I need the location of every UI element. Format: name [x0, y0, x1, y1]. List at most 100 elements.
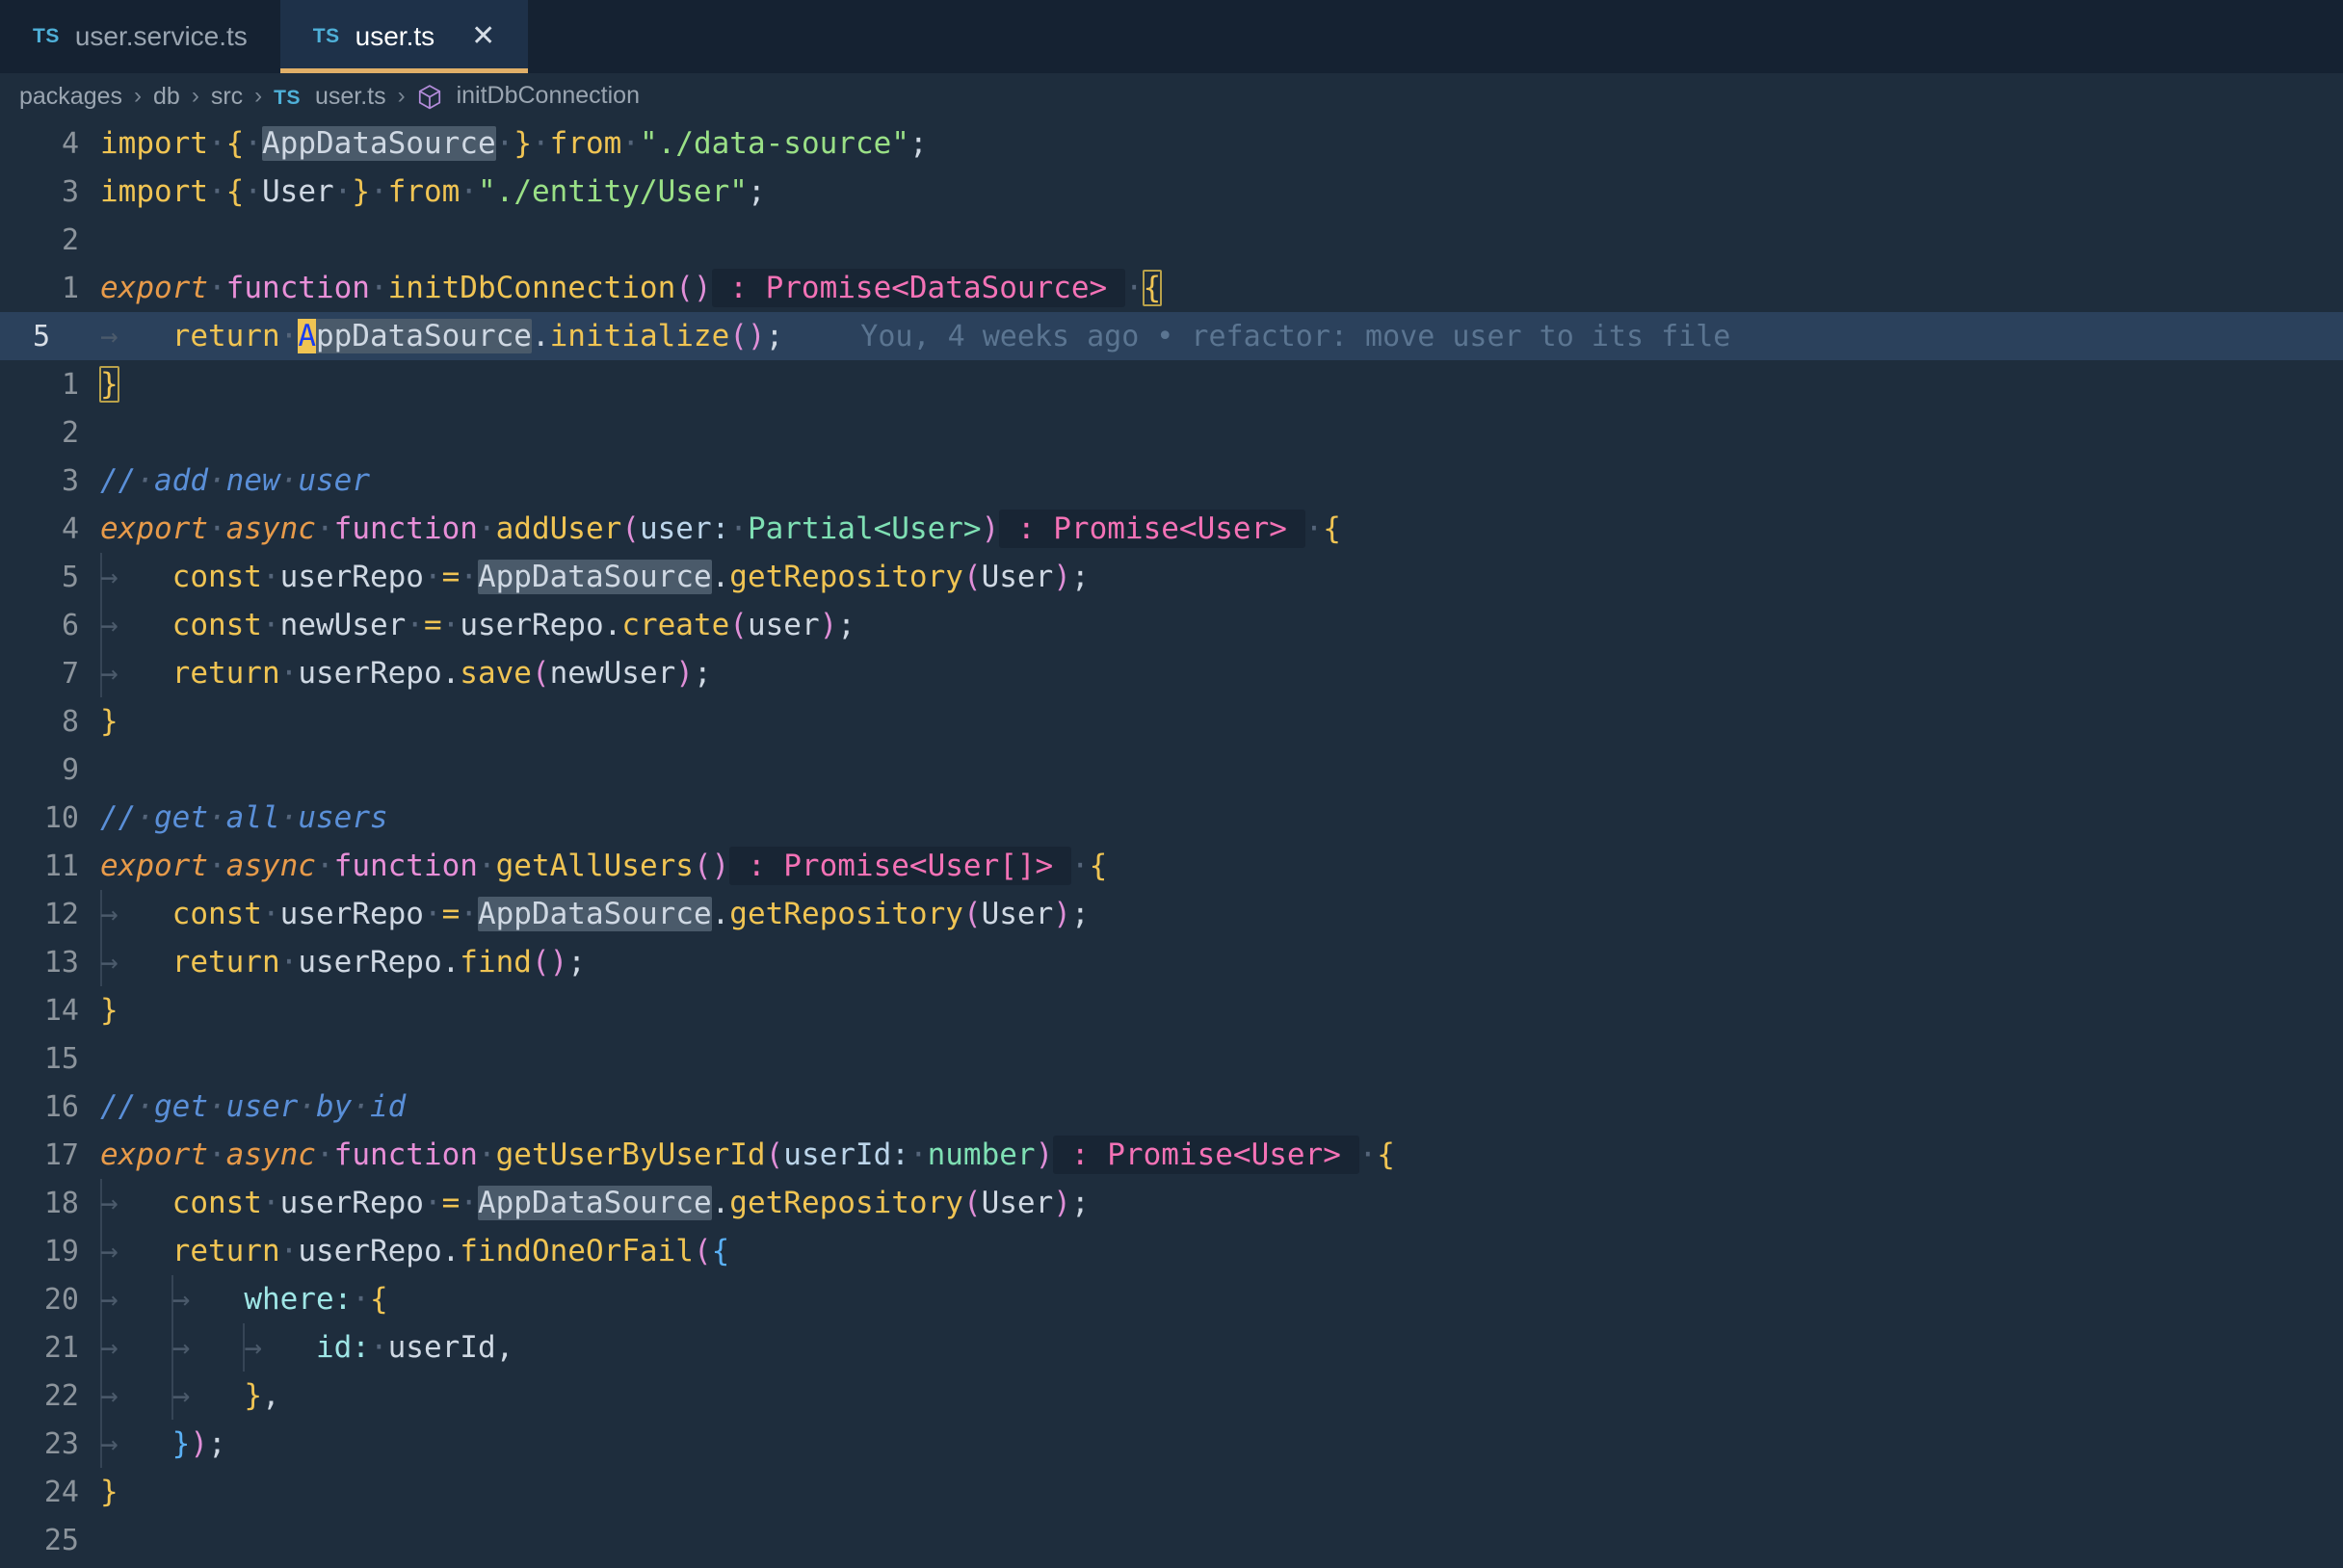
- line-number: 17: [43, 1137, 79, 1172]
- code-line[interactable]: 12 → const·userRepo·=·AppDataSource.getR…: [0, 890, 2343, 938]
- symbol-function-cube-icon: [417, 84, 442, 111]
- breadcrumb-item-src[interactable]: src: [203, 83, 250, 111]
- code-text: }: [100, 993, 118, 1028]
- code-text: import·{·AppDataSource·}·from·"./data-so…: [100, 126, 928, 161]
- typescript-file-icon: TS: [312, 25, 340, 47]
- line-number: 3: [61, 174, 79, 209]
- breadcrumb-item-user-ts[interactable]: TS user.ts: [266, 83, 393, 111]
- code-line[interactable]: 4 import·{·AppDataSource·}·from·"./data-…: [0, 119, 2343, 168]
- code-line[interactable]: 16 //·get·user·by·id: [0, 1083, 2343, 1131]
- code-text: //·add·new·user: [100, 463, 370, 498]
- breadcrumb: packages › db › src › TS user.ts › initD…: [0, 73, 2343, 119]
- line-number: 23: [43, 1426, 79, 1461]
- code-line[interactable]: 21 → → → id:·userId,: [0, 1323, 2343, 1372]
- code-line[interactable]: 6 → const·newUser·=·userRepo.create(user…: [0, 601, 2343, 649]
- code-line[interactable]: 5 → const·userRepo·=·AppDataSource.getRe…: [0, 553, 2343, 601]
- code-text: //·get·user·by·id: [100, 1089, 407, 1124]
- breadcrumb-item-db[interactable]: db: [145, 83, 188, 111]
- code-line[interactable]: 20 → → where:·{: [0, 1275, 2343, 1323]
- line-number: 19: [43, 1234, 79, 1268]
- code-text: }: [100, 1475, 118, 1509]
- line-number-current: 5: [33, 319, 51, 353]
- git-blame-annotation: You, 4 weeks ago • refactor: move user t…: [860, 319, 1731, 353]
- code-line[interactable]: 3 import·{·User·}·from·"./entity/User";: [0, 168, 2343, 216]
- line-number: 4: [61, 126, 79, 161]
- code-text: → const·newUser·=·userRepo.create(user);: [100, 601, 856, 649]
- code-text: → const·userRepo·=·AppDataSource.getRepo…: [100, 553, 1090, 601]
- code-line[interactable]: 25: [0, 1516, 2343, 1564]
- line-number: 22: [43, 1378, 79, 1413]
- line-number: 6: [61, 608, 79, 642]
- breadcrumb-item-label: initDbConnection: [456, 82, 640, 110]
- code-text: //·get·all·users: [100, 800, 388, 835]
- code-text: import·{·User·}·from·"./entity/User";: [100, 174, 766, 209]
- code-line[interactable]: 9: [0, 745, 2343, 794]
- code-line[interactable]: 1 }: [0, 360, 2343, 408]
- code-text: export·async·function·addUser(user:·Part…: [100, 510, 1341, 548]
- line-number: 4: [61, 511, 79, 546]
- code-line[interactable]: 7 → return·userRepo.save(newUser);: [0, 649, 2343, 697]
- code-line[interactable]: 2: [0, 408, 2343, 457]
- chevron-right-icon: ›: [191, 83, 199, 109]
- code-line[interactable]: 2: [0, 216, 2343, 264]
- typescript-file-icon: TS: [274, 86, 302, 109]
- chevron-right-icon: ›: [397, 83, 406, 109]
- line-number: 11: [43, 849, 79, 883]
- code-line[interactable]: 17 export·async·function·getUserByUserId…: [0, 1131, 2343, 1179]
- tab-label: user.ts: [355, 21, 435, 51]
- close-icon[interactable]: ✕: [471, 22, 495, 51]
- code-line[interactable]: 15: [0, 1034, 2343, 1083]
- code-line[interactable]: 23 → });: [0, 1420, 2343, 1468]
- line-number: 2: [61, 222, 79, 257]
- line-number: 15: [43, 1041, 79, 1076]
- line-number: 1: [61, 367, 79, 402]
- code-text: }: [99, 366, 119, 403]
- code-line[interactable]: 24 }: [0, 1468, 2343, 1516]
- line-number: 8: [61, 704, 79, 739]
- line-number: 24: [43, 1475, 79, 1509]
- tab-user-service-ts[interactable]: TS user.service.ts: [0, 0, 280, 73]
- code-text: → });: [100, 1420, 226, 1468]
- code-text: → return·userRepo.findOneOrFail({: [100, 1227, 729, 1275]
- code-line-current[interactable]: 5 → return·AppDataSource.initialize(); Y…: [0, 312, 2343, 360]
- code-text: export·function·initDbConnection() : Pro…: [100, 269, 1163, 307]
- breadcrumb-item-label: user.ts: [314, 82, 386, 110]
- line-number: 5: [61, 560, 79, 594]
- chevron-right-icon: ›: [254, 83, 263, 109]
- code-line[interactable]: 1 export·function·initDbConnection() : P…: [0, 264, 2343, 312]
- code-line[interactable]: 18 → const·userRepo·=·AppDataSource.getR…: [0, 1179, 2343, 1227]
- breadcrumb-item-packages[interactable]: packages: [12, 83, 130, 111]
- line-number: 2: [61, 415, 79, 450]
- code-line[interactable]: 10 //·get·all·users: [0, 794, 2343, 842]
- tab-bar-empty-space: [528, 0, 2343, 73]
- code-text: → → → id:·userId,: [100, 1323, 513, 1372]
- line-number: 9: [61, 752, 79, 787]
- text-cursor: A: [298, 319, 316, 353]
- code-text: export·async·function·getAllUsers() : Pr…: [100, 847, 1108, 885]
- line-number: 13: [43, 945, 79, 980]
- code-line[interactable]: 8 }: [0, 697, 2343, 745]
- line-number: 3: [61, 463, 79, 498]
- code-text: export·async·function·getUserByUserId(us…: [100, 1136, 1395, 1174]
- chevron-right-icon: ›: [134, 83, 143, 109]
- code-text: → → where:·{: [100, 1275, 388, 1323]
- code-line[interactable]: 4 export·async·function·addUser(user:·Pa…: [0, 505, 2343, 553]
- line-number: 18: [43, 1186, 79, 1220]
- code-text: → return·userRepo.save(newUser);: [100, 649, 712, 697]
- line-number: 20: [43, 1282, 79, 1317]
- code-text: → return·AppDataSource.initialize();: [100, 319, 784, 353]
- line-number: 21: [43, 1330, 79, 1365]
- code-editor[interactable]: 4 import·{·AppDataSource·}·from·"./data-…: [0, 119, 2343, 1568]
- code-line[interactable]: 13 → return·userRepo.find();: [0, 938, 2343, 986]
- code-line[interactable]: 14 }: [0, 986, 2343, 1034]
- line-number: 12: [43, 897, 79, 931]
- code-line[interactable]: 22 → → },: [0, 1372, 2343, 1420]
- code-line[interactable]: 19 → return·userRepo.findOneOrFail({: [0, 1227, 2343, 1275]
- tab-label: user.service.ts: [74, 21, 248, 51]
- line-number: 7: [61, 656, 79, 691]
- editor-tab-bar: TS user.service.ts TS user.ts ✕: [0, 0, 2343, 73]
- tab-user-ts[interactable]: TS user.ts ✕: [279, 0, 529, 73]
- code-line[interactable]: 3 //·add·new·user: [0, 457, 2343, 505]
- breadcrumb-item-init-db-connection[interactable]: initDbConnection: [409, 82, 647, 110]
- code-line[interactable]: 11 export·async·function·getAllUsers() :…: [0, 842, 2343, 890]
